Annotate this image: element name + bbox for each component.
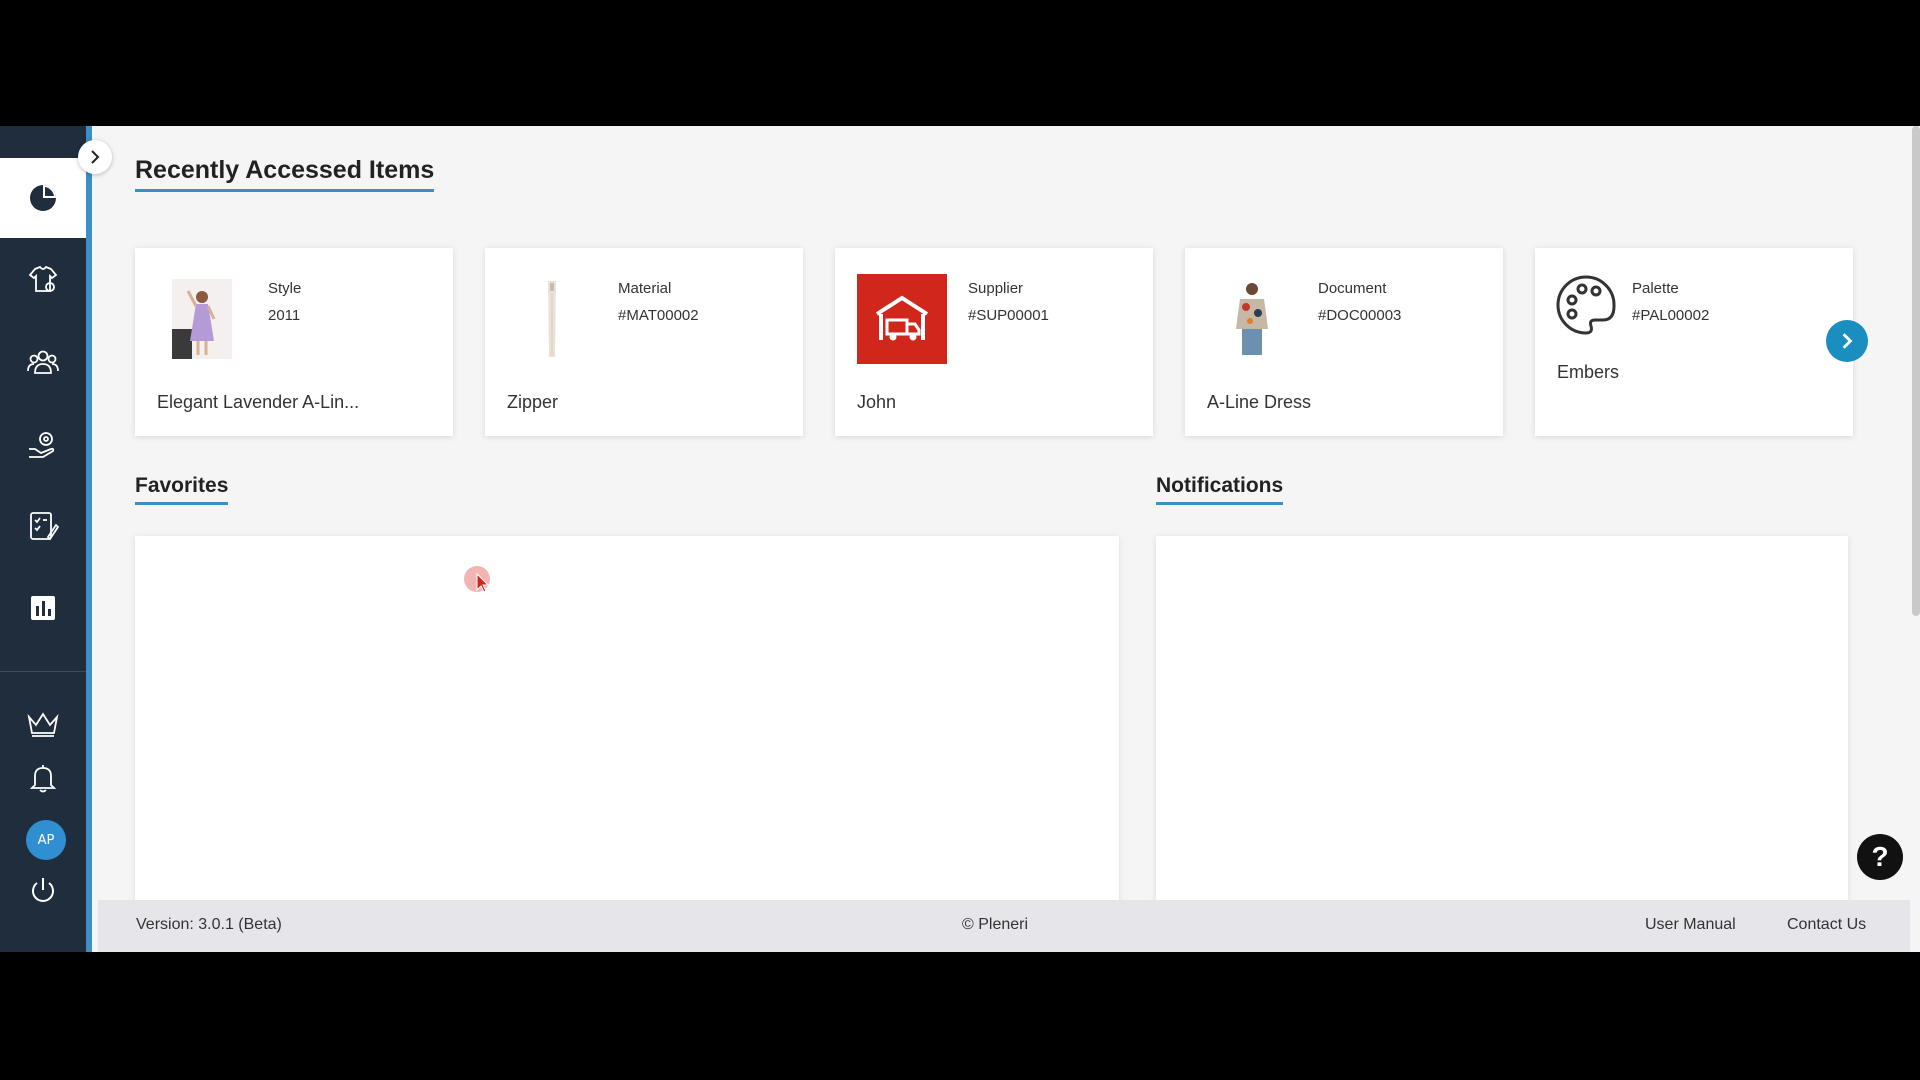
sidebar-item-workflow[interactable] bbox=[0, 404, 86, 484]
palette-icon bbox=[1555, 274, 1617, 336]
sidebar-toggle-button[interactable] bbox=[78, 140, 112, 174]
item-code: 2011 bbox=[268, 307, 301, 324]
shirt-tag-icon bbox=[28, 265, 58, 292]
item-code: #MAT00002 bbox=[618, 307, 699, 324]
pie-chart-icon bbox=[30, 185, 56, 211]
power-icon bbox=[32, 878, 54, 902]
crown-icon bbox=[27, 712, 59, 737]
item-type: Palette bbox=[1632, 280, 1679, 297]
style-thumbnail bbox=[157, 274, 247, 364]
mouse-cursor-icon bbox=[464, 566, 490, 593]
chevron-right-icon bbox=[91, 150, 100, 164]
warehouse-truck-icon bbox=[857, 274, 947, 364]
sidebar-item-tasks[interactable] bbox=[0, 486, 86, 566]
item-type: Material bbox=[618, 280, 672, 297]
bar-chart-icon bbox=[31, 596, 55, 620]
sidebar-item-reports[interactable] bbox=[0, 568, 86, 648]
recent-item-card[interactable]: Document #DOC00003 A-Line Dress bbox=[1185, 248, 1503, 436]
item-name: Zipper bbox=[507, 392, 559, 412]
hand-gear-icon bbox=[29, 432, 55, 458]
recent-item-card[interactable]: Supplier #SUP00001 John bbox=[835, 248, 1153, 436]
page-scrollbar[interactable] bbox=[1912, 126, 1920, 616]
favorites-panel bbox=[135, 536, 1119, 936]
notifications-button[interactable] bbox=[0, 738, 86, 818]
sidebar-item-partners[interactable] bbox=[0, 322, 86, 402]
sidebar-divider bbox=[0, 671, 86, 672]
recent-item-card[interactable]: Material #MAT00002 Zipper bbox=[485, 248, 803, 436]
item-name: Elegant Lavender A-Lin... bbox=[157, 392, 360, 412]
notifications-panel bbox=[1156, 536, 1848, 936]
version-text: Version: 3.0.1 (Beta) bbox=[136, 916, 282, 933]
item-code: #DOC00003 bbox=[1318, 307, 1402, 324]
chevron-right-icon bbox=[1842, 333, 1853, 349]
main-content: Recently Accessed Items Style 2011 Elega… bbox=[98, 126, 1906, 936]
item-type: Document bbox=[1318, 280, 1387, 297]
item-type: Supplier bbox=[968, 280, 1024, 297]
favorites-title: Favorites bbox=[135, 474, 229, 505]
app-window: AP Recently Accessed Items Style 2011 El… bbox=[0, 126, 1920, 952]
footer: Version: 3.0.1 (Beta) © Pleneri User Man… bbox=[98, 900, 1910, 952]
checklist-edit-icon bbox=[30, 512, 60, 541]
logout-button[interactable] bbox=[0, 850, 86, 930]
users-group-icon bbox=[27, 350, 59, 374]
user-manual-link[interactable]: User Manual bbox=[1645, 916, 1736, 934]
item-type: Style bbox=[268, 280, 302, 297]
material-thumbnail bbox=[507, 274, 597, 364]
contact-us-link[interactable]: Contact Us bbox=[1787, 916, 1866, 934]
item-name: John bbox=[857, 392, 897, 412]
item-name: A-Line Dress bbox=[1207, 392, 1312, 412]
help-button[interactable]: ? bbox=[1857, 834, 1903, 880]
sidebar-item-styles[interactable] bbox=[0, 240, 86, 320]
sidebar: AP bbox=[0, 126, 92, 952]
item-name: Embers bbox=[1557, 362, 1620, 382]
document-thumbnail bbox=[1207, 274, 1297, 364]
recent-items-title: Recently Accessed Items bbox=[135, 156, 435, 192]
recent-item-card[interactable]: Style 2011 Elegant Lavender A-Lin... bbox=[135, 248, 453, 436]
bell-icon bbox=[29, 765, 57, 793]
supplier-thumbnail bbox=[857, 274, 947, 364]
item-code: #SUP00001 bbox=[968, 307, 1049, 324]
copyright-text: © Pleneri bbox=[962, 916, 1029, 933]
recent-item-card[interactable]: Palette #PAL00002 Embers bbox=[1535, 248, 1853, 436]
carousel-next-button[interactable] bbox=[1826, 320, 1868, 362]
notifications-title: Notifications bbox=[1156, 474, 1284, 505]
sidebar-item-dashboard[interactable] bbox=[0, 158, 86, 238]
item-code: #PAL00002 bbox=[1632, 307, 1710, 324]
